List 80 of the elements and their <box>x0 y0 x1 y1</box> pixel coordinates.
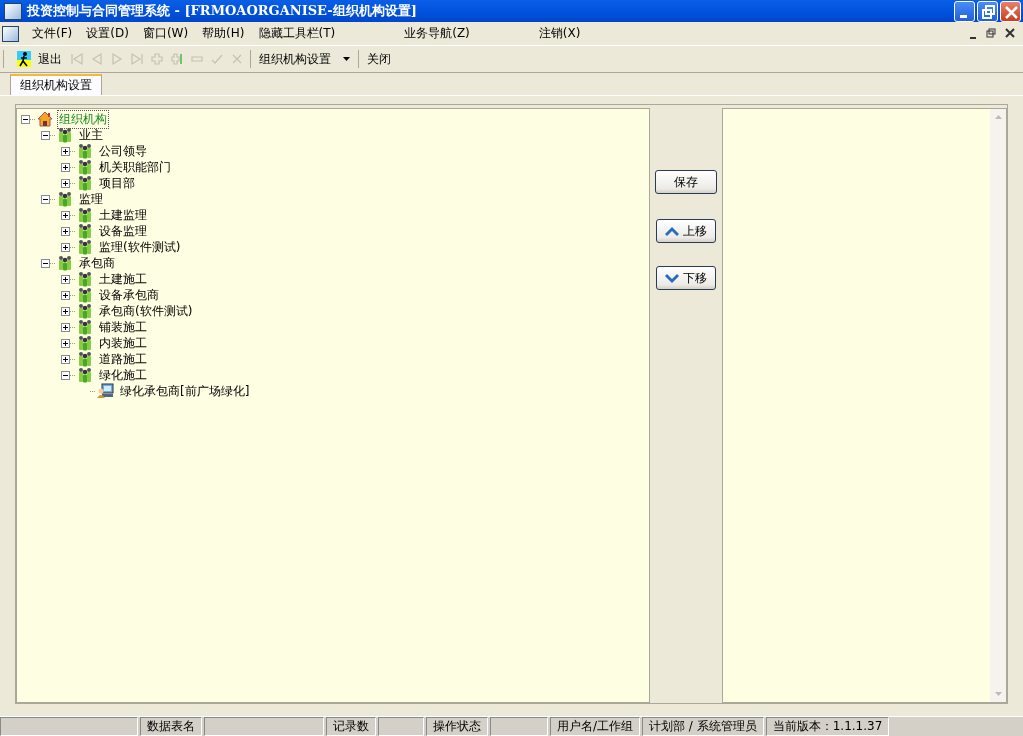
status-label: 操作状态 <box>426 717 488 736</box>
menu-item[interactable]: 隐藏工具栏(T) <box>251 25 343 42</box>
people-group-icon <box>77 287 93 303</box>
expander-icon[interactable] <box>61 162 70 172</box>
restore-icon <box>986 27 996 38</box>
expander-icon[interactable] <box>61 370 70 380</box>
menu-item[interactable]: 文件(F) <box>25 25 80 42</box>
people-group-icon <box>77 159 93 175</box>
app-icon <box>2 25 19 42</box>
people-group-icon <box>77 223 93 239</box>
status-field <box>490 717 548 736</box>
minimize-button[interactable] <box>954 0 975 22</box>
menu-item[interactable]: 注销(X) <box>531 25 588 42</box>
people-group-icon <box>77 303 93 319</box>
expander-icon[interactable] <box>41 258 50 268</box>
restore-button[interactable] <box>977 0 998 22</box>
expander-icon[interactable] <box>61 274 70 284</box>
menu-item[interactable]: 设置(D) <box>79 25 136 42</box>
people-group-icon <box>57 191 73 207</box>
first-icon <box>70 52 84 66</box>
expander-icon[interactable] <box>61 146 70 156</box>
expander-icon[interactable] <box>61 322 70 332</box>
close-button[interactable] <box>1000 0 1021 22</box>
people-group-icon <box>57 127 73 143</box>
people-group-icon <box>77 239 93 255</box>
chevron-up-icon <box>665 226 679 236</box>
minimize-icon <box>970 36 976 39</box>
last-icon <box>130 52 144 66</box>
caret-icon <box>343 57 350 61</box>
form-dropdown[interactable]: 组织机构设置 <box>254 48 355 70</box>
minimize-icon <box>960 14 967 18</box>
close-icon <box>1005 27 1015 38</box>
people-group-icon <box>77 271 93 287</box>
close-form-button[interactable]: 关闭 <box>362 48 396 70</box>
status-label: 用户名/工作组 <box>550 717 641 736</box>
status-label: 记录数 <box>326 717 376 736</box>
people-group-icon <box>77 207 93 223</box>
expander-icon[interactable] <box>21 114 30 124</box>
move-up-button[interactable]: 上移 <box>656 219 716 243</box>
menu-item[interactable]: 帮助(H) <box>195 25 252 42</box>
house-icon <box>37 111 53 127</box>
save-button[interactable]: 保存 <box>655 170 717 194</box>
status-label: 当前版本：1.1.1.37 <box>765 717 890 736</box>
add-icon <box>150 52 164 66</box>
expander-icon[interactable] <box>61 210 70 220</box>
people-group-icon <box>57 255 73 271</box>
cancel-icon <box>230 52 244 66</box>
status-value: 计划部 / 系统管理员 <box>642 717 764 736</box>
expander-icon[interactable] <box>61 226 70 236</box>
tree-node-label[interactable]: 组织机构 <box>57 109 109 129</box>
next-icon <box>110 52 124 66</box>
exit-button[interactable]: 退出 <box>12 48 67 70</box>
expander-icon[interactable] <box>41 194 50 204</box>
chevron-down-icon <box>665 273 679 283</box>
user-computer-icon <box>97 383 114 399</box>
expander-icon[interactable] <box>61 354 70 364</box>
expander-icon[interactable] <box>61 290 70 300</box>
expander-icon[interactable] <box>61 178 70 188</box>
people-group-icon <box>77 351 93 367</box>
window-title: 投资控制与合同管理系统 - [FRMOAORGANISE-组织机构设置] <box>27 2 418 20</box>
tab[interactable]: 组织机构设置 <box>10 74 102 95</box>
move-down-button[interactable]: 下移 <box>656 266 716 290</box>
status-label: 数据表名 <box>140 717 202 736</box>
people-group-icon <box>77 335 93 351</box>
menu-item[interactable]: 窗口(W) <box>135 25 196 42</box>
expander-icon[interactable] <box>41 130 50 140</box>
people-group-icon <box>77 367 93 383</box>
people-group-icon <box>77 143 93 159</box>
expander-icon[interactable] <box>61 306 70 316</box>
expander-icon[interactable] <box>61 242 70 252</box>
app-icon <box>4 2 22 20</box>
prev-icon <box>90 52 104 66</box>
menu-item[interactable]: 业务导航(Z) <box>397 25 477 42</box>
status-field <box>378 717 424 736</box>
people-group-icon <box>77 175 93 191</box>
confirm-icon <box>210 52 224 66</box>
insert-icon <box>170 52 184 66</box>
people-group-icon <box>77 319 93 335</box>
running-man-icon <box>17 51 31 67</box>
expander-icon[interactable] <box>61 338 70 348</box>
